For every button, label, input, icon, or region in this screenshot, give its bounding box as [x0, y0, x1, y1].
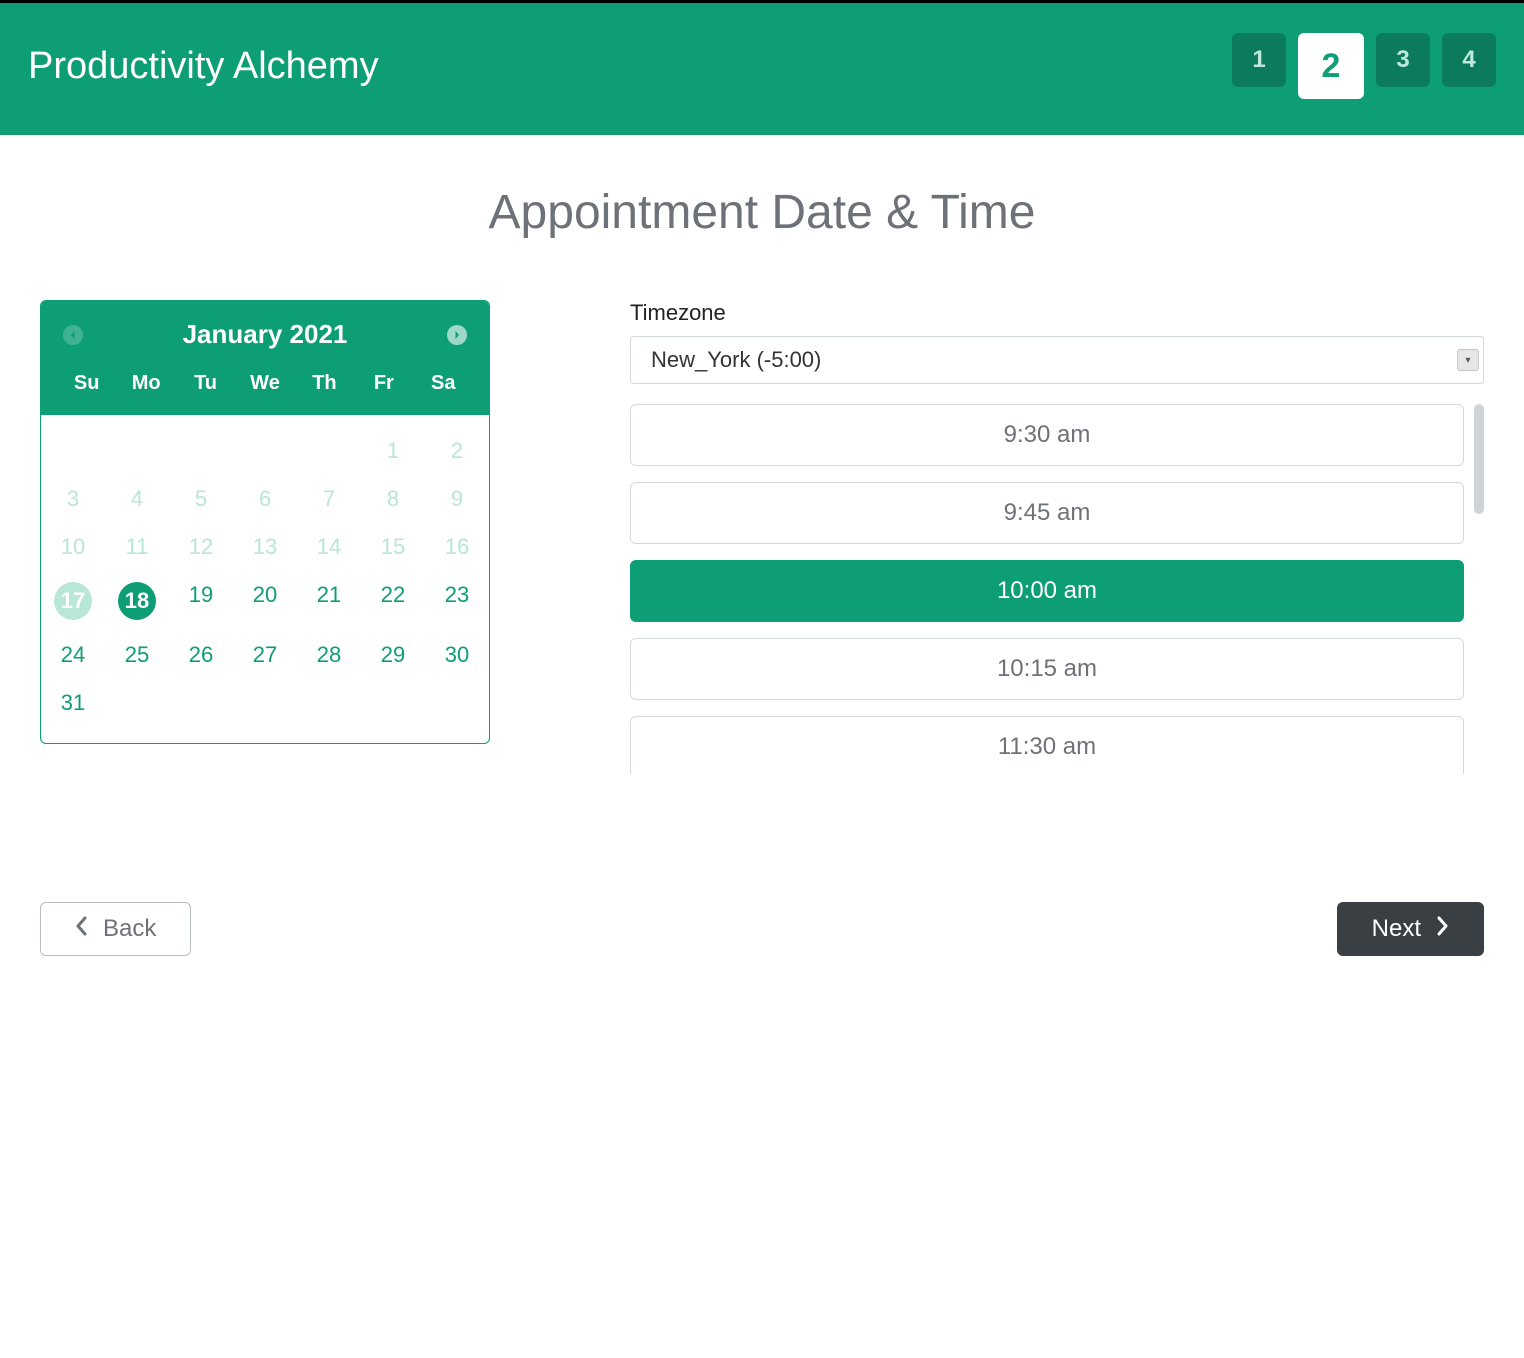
- calendar-week: 24252627282930: [41, 631, 489, 679]
- calendar-day-empty: [105, 679, 169, 727]
- chevron-left-icon: [75, 915, 89, 943]
- next-button-label: Next: [1372, 915, 1421, 943]
- calendar-week: 12: [41, 427, 489, 475]
- calendar-day: 8: [361, 475, 425, 523]
- calendar-day-empty: [425, 679, 489, 727]
- back-button-label: Back: [103, 915, 156, 943]
- calendar-day[interactable]: 27: [233, 631, 297, 679]
- wizard-step-3[interactable]: 3: [1376, 33, 1430, 87]
- footer: Back Next: [0, 874, 1524, 984]
- calendar-day: 11: [105, 523, 169, 571]
- calendar-day-empty: [297, 427, 361, 475]
- calendar-day[interactable]: 31: [41, 679, 105, 727]
- content-columns: January 2021 SuMoTuWeThFrSa 123456789101…: [40, 300, 1484, 774]
- time-slots-list: 9:30 am9:45 am10:00 am10:15 am11:30 am11…: [630, 404, 1464, 774]
- next-button[interactable]: Next: [1337, 902, 1484, 956]
- calendar: January 2021 SuMoTuWeThFrSa 123456789101…: [40, 300, 490, 744]
- calendar-body: 1234567891011121314151617181920212223242…: [41, 415, 489, 743]
- time-slot[interactable]: 11:30 am: [630, 716, 1464, 774]
- calendar-day[interactable]: 20: [233, 571, 297, 631]
- wizard-steps: 1234: [1232, 33, 1496, 99]
- calendar-week: 31: [41, 679, 489, 727]
- calendar-day[interactable]: 30: [425, 631, 489, 679]
- calendar-day-empty: [105, 427, 169, 475]
- calendar-day[interactable]: 25: [105, 631, 169, 679]
- calendar-nav: January 2021: [57, 319, 473, 364]
- calendar-day[interactable]: 26: [169, 631, 233, 679]
- calendar-day[interactable]: 23: [425, 571, 489, 631]
- brand-title: Productivity Alchemy: [28, 45, 379, 88]
- calendar-week: 17 18 1920212223: [41, 571, 489, 631]
- calendar-day: 16: [425, 523, 489, 571]
- timezone-select[interactable]: New_York (-5:00) ▾: [630, 336, 1484, 384]
- calendar-next-button[interactable]: [447, 325, 467, 345]
- calendar-day-empty: [41, 427, 105, 475]
- main-container: Appointment Date & Time January 2021 SuM…: [0, 135, 1524, 774]
- wizard-step-4[interactable]: 4: [1442, 33, 1496, 87]
- chevron-left-icon: [69, 331, 77, 339]
- calendar-day[interactable]: 28: [297, 631, 361, 679]
- calendar-day: 7: [297, 475, 361, 523]
- scrollbar-track[interactable]: [1474, 404, 1484, 774]
- calendar-day: 13: [233, 523, 297, 571]
- time-slot[interactable]: 9:45 am: [630, 482, 1464, 544]
- calendar-day-circle: 18: [118, 582, 156, 620]
- calendar-day: 6: [233, 475, 297, 523]
- calendar-day[interactable]: 17: [41, 571, 105, 631]
- calendar-day: 3: [41, 475, 105, 523]
- calendar-day: 9: [425, 475, 489, 523]
- timezone-value: New_York (-5:00): [651, 347, 821, 373]
- time-slot[interactable]: 10:15 am: [630, 638, 1464, 700]
- back-button[interactable]: Back: [40, 902, 191, 956]
- calendar-day[interactable]: 24: [41, 631, 105, 679]
- wizard-step-1[interactable]: 1: [1232, 33, 1286, 87]
- calendar-day[interactable]: 21: [297, 571, 361, 631]
- calendar-day-circle: 17: [54, 582, 92, 620]
- calendar-day[interactable]: 18: [105, 571, 169, 631]
- calendar-dow: Tu: [176, 364, 235, 403]
- calendar-dow-row: SuMoTuWeThFrSa: [57, 364, 473, 403]
- calendar-day: 12: [169, 523, 233, 571]
- timezone-label: Timezone: [630, 300, 1484, 326]
- scrollbar-thumb[interactable]: [1474, 404, 1484, 514]
- calendar-day: 10: [41, 523, 105, 571]
- chevron-right-icon: [453, 331, 461, 339]
- calendar-dow: Sa: [414, 364, 473, 403]
- calendar-day-empty: [297, 679, 361, 727]
- calendar-week: 3456789: [41, 475, 489, 523]
- calendar-day[interactable]: 29: [361, 631, 425, 679]
- calendar-dow: Su: [57, 364, 116, 403]
- calendar-dow: Fr: [354, 364, 413, 403]
- header: Productivity Alchemy 1234: [0, 0, 1524, 135]
- calendar-month-label: January 2021: [83, 319, 447, 350]
- calendar-day: 15: [361, 523, 425, 571]
- calendar-day: 1: [361, 427, 425, 475]
- chevron-right-icon: [1435, 915, 1449, 943]
- calendar-prev-button[interactable]: [63, 325, 83, 345]
- calendar-day-empty: [169, 679, 233, 727]
- dropdown-arrow-icon: ▾: [1457, 349, 1479, 371]
- calendar-day[interactable]: 22: [361, 571, 425, 631]
- time-column: Timezone New_York (-5:00) ▾ 9:30 am 9:45 …: [630, 300, 1484, 774]
- calendar-header: January 2021 SuMoTuWeThFrSa: [41, 301, 489, 415]
- calendar-day: 4: [105, 475, 169, 523]
- calendar-dow: Mo: [116, 364, 175, 403]
- calendar-day-empty: [361, 679, 425, 727]
- calendar-dow: Th: [295, 364, 354, 403]
- calendar-dow: We: [235, 364, 294, 403]
- calendar-day: 2: [425, 427, 489, 475]
- calendar-day: 14: [297, 523, 361, 571]
- calendar-day-empty: [233, 679, 297, 727]
- calendar-day: 5: [169, 475, 233, 523]
- calendar-day-empty: [233, 427, 297, 475]
- calendar-week: 10111213141516: [41, 523, 489, 571]
- time-slot[interactable]: 10:00 am: [630, 560, 1464, 622]
- time-slots-wrap: 9:30 am9:45 am10:00 am10:15 am11:30 am11…: [630, 404, 1484, 774]
- time-slot[interactable]: 9:30 am: [630, 404, 1464, 466]
- page-title: Appointment Date & Time: [40, 185, 1484, 240]
- calendar-day-empty: [169, 427, 233, 475]
- calendar-day[interactable]: 19: [169, 571, 233, 631]
- wizard-step-2[interactable]: 2: [1298, 33, 1364, 99]
